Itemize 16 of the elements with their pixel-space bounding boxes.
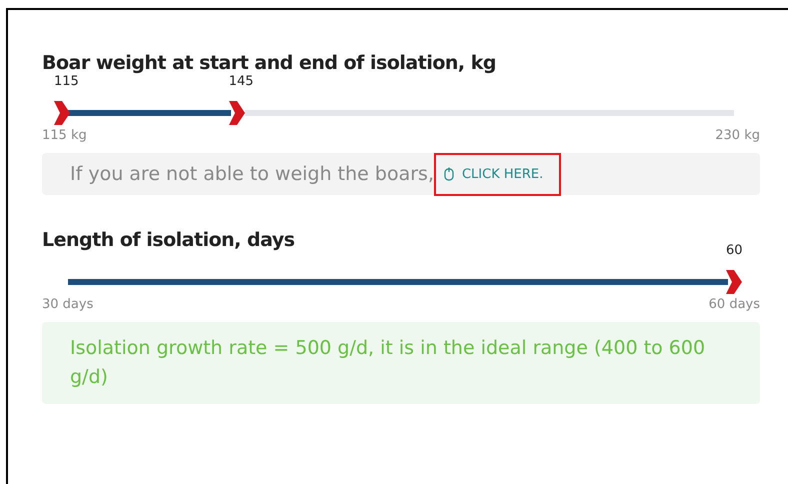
click-here-link[interactable]: CLICK HERE. [444,166,544,182]
mouse-icon [444,167,454,181]
slider-thumb[interactable] [726,270,742,294]
min-label: 115 kg [42,128,87,143]
max-label: 230 kg [715,128,760,143]
thumb-value: 145 [228,74,254,89]
section-title: Boar weight at start and end of isolation, kg [42,52,496,74]
thumb-value: 115 [54,74,79,89]
slider-thumb[interactable] [54,101,70,125]
min-label: 30 days [42,297,94,312]
slider-thumb[interactable] [228,101,245,125]
thumb-value: 60 [726,243,743,258]
max-label: 60 days [708,297,760,312]
section-title: Length of isolation, days [42,229,295,251]
note-text: Isolation growth rate = 500 g/d, it is in the ideal range (400 to 600 g/d) [70,336,706,390]
note-text: If you are not able to weigh the boars, [70,163,434,185]
